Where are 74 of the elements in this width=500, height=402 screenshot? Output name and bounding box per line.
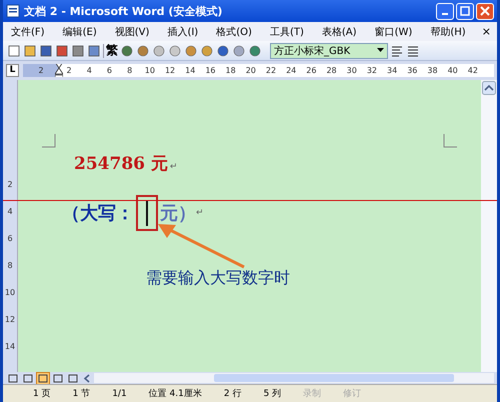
font-dropdown[interactable]: 方正小标宋_GBK	[270, 42, 388, 58]
status-text: 5 列	[263, 388, 282, 400]
ruler-number: 22	[264, 65, 278, 77]
ruler-number: 26	[305, 65, 318, 77]
ruler-number: 42	[466, 65, 479, 77]
ruler-number: 8	[126, 65, 134, 77]
status-text: 录制	[303, 388, 322, 400]
ruler-number: 36	[406, 65, 418, 77]
ruler-number: 4	[7, 207, 13, 217]
status-text: 1 节	[72, 388, 90, 400]
align-left-icon[interactable]	[390, 44, 404, 58]
ruler-number: 10	[4, 288, 16, 298]
horizontal-scrollbar[interactable]	[94, 373, 494, 383]
paragraph-mark: ↵	[170, 162, 178, 172]
vertical-scrollbar[interactable]	[481, 80, 497, 372]
close-button[interactable]	[476, 2, 494, 20]
menu-item[interactable]: 表格(A)	[320, 24, 359, 38]
text-cursor	[146, 200, 148, 226]
menu-item[interactable]: 插入(I)	[165, 24, 200, 38]
uppercase-label: 元）	[160, 202, 196, 225]
ruler-number: 20	[244, 65, 257, 77]
paragraph-mark: ↵	[196, 208, 204, 218]
menu-item[interactable]: 窗口(W)	[372, 24, 414, 38]
word-document-icon	[6, 4, 20, 18]
menu-item[interactable]: 编辑(E)	[60, 24, 99, 38]
minimize-icon	[442, 13, 448, 15]
menu-item[interactable]: 格式(O)	[214, 24, 254, 38]
scroll-up-icon[interactable]	[482, 81, 496, 95]
status-text: 2 行	[224, 388, 242, 400]
ruler-number: 6	[7, 234, 13, 244]
align-justify-icon[interactable]	[406, 44, 420, 58]
menu-item[interactable]: 帮助(H)	[428, 24, 468, 38]
ruler-number: 10	[144, 65, 156, 77]
ruler-number: 28	[325, 65, 338, 77]
ruler-number: 38	[426, 65, 439, 77]
ruler-number: 12	[164, 65, 176, 77]
ruler-number: 2	[66, 65, 73, 77]
window-title: 文档 2 - Microsoft Word (安全模式)	[24, 4, 224, 18]
indent-marker-icon[interactable]	[55, 64, 63, 77]
ruler-number: 18	[224, 65, 237, 77]
menu-item[interactable]: 视图(V)	[112, 24, 152, 38]
status-text: 位置 4.1厘米	[148, 388, 202, 400]
ruler-number: 8	[7, 261, 13, 271]
ruler-number: 34	[386, 65, 398, 77]
ruler-number: 12	[4, 315, 16, 325]
minimize-button[interactable]	[436, 2, 454, 20]
ruler-number: 4	[86, 65, 93, 77]
maximize-icon	[460, 6, 470, 16]
maximize-button[interactable]	[456, 2, 474, 20]
ruler-number: 30	[346, 65, 358, 77]
ruler-number: 2	[38, 65, 44, 77]
corner-mark	[443, 134, 457, 148]
dropdown-arrow-icon	[377, 48, 384, 53]
ruler-number: 2	[7, 180, 13, 190]
ruler-number: 6	[106, 65, 114, 77]
traditional-chinese-button[interactable]: 繁	[106, 42, 118, 59]
tab-stop-selector[interactable]: L	[6, 64, 19, 77]
status-text: 修订	[343, 388, 362, 400]
ruler-number: 40	[446, 65, 459, 77]
ruler-number: 32	[366, 65, 378, 77]
ruler-number: 24	[285, 65, 298, 77]
ruler-number: 14	[4, 342, 16, 352]
status-text: 1 页	[33, 388, 51, 400]
amount-text: 254786 元	[74, 153, 168, 175]
close-document-button[interactable]: ×	[482, 25, 491, 38]
uppercase-label: （大写：	[62, 202, 134, 225]
ruler-number: 16	[204, 65, 216, 77]
ruler-number: 14	[184, 65, 196, 77]
status-text: 1/1	[112, 388, 127, 398]
menu-item[interactable]: 工具(T)	[268, 24, 306, 38]
corner-mark	[42, 134, 56, 148]
close-icon	[480, 6, 490, 16]
callout-text: 需要输入大写数字时	[146, 268, 290, 289]
menu-item[interactable]: 文件(F)	[9, 24, 47, 38]
